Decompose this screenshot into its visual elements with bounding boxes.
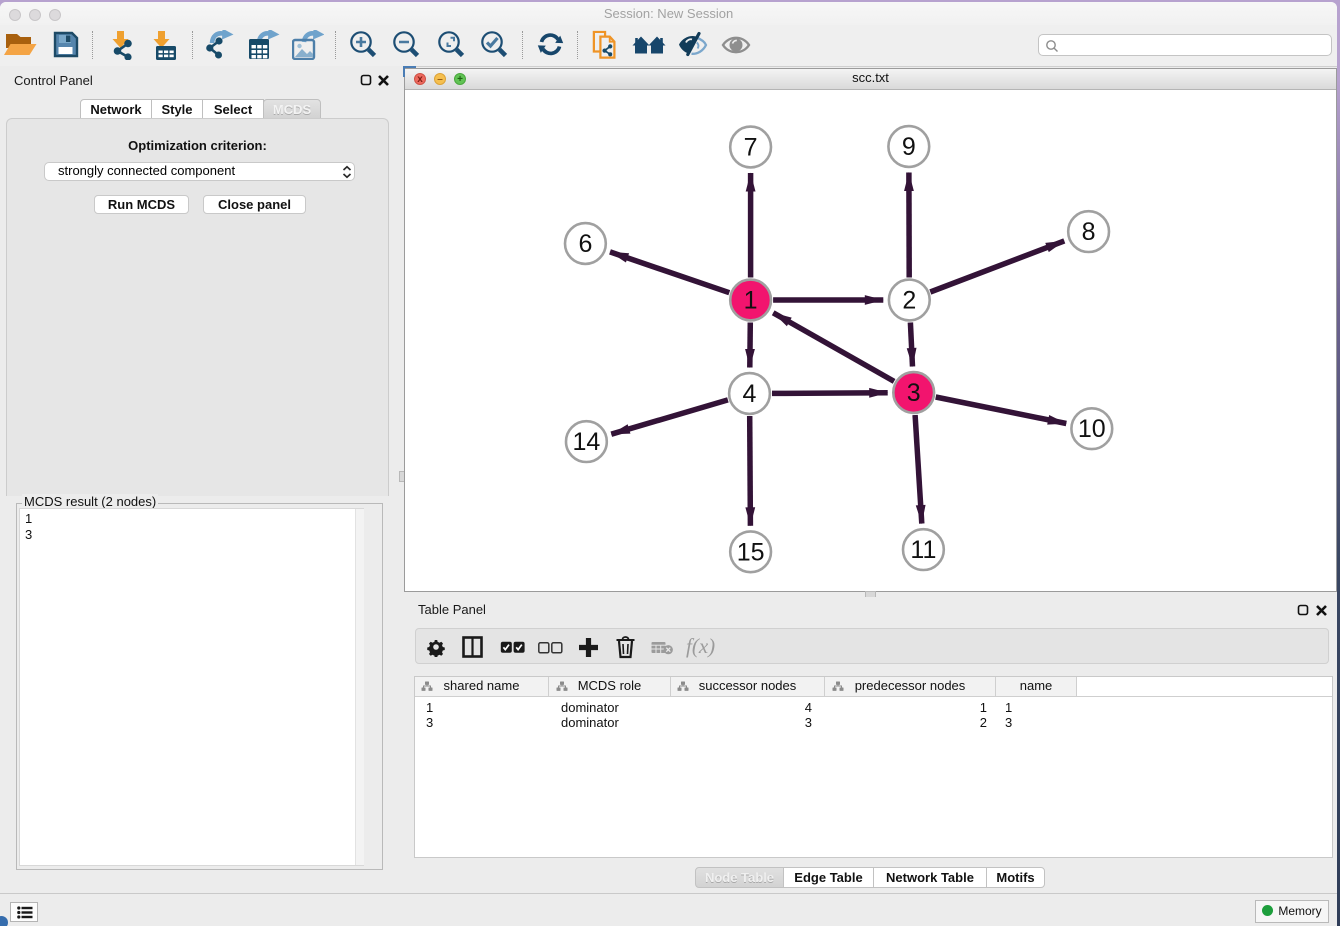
svg-text:9: 9 (902, 133, 916, 161)
svg-text:10: 10 (1078, 415, 1106, 443)
svg-text:11: 11 (910, 536, 936, 564)
svg-text:3: 3 (907, 379, 921, 407)
svg-text:15: 15 (737, 538, 765, 566)
svg-text:4: 4 (743, 380, 757, 408)
svg-text:1: 1 (744, 287, 758, 315)
svg-text:7: 7 (744, 134, 758, 162)
svg-text:6: 6 (578, 230, 592, 258)
svg-text:14: 14 (572, 428, 600, 456)
svg-text:8: 8 (1082, 218, 1096, 246)
svg-text:2: 2 (902, 287, 916, 315)
